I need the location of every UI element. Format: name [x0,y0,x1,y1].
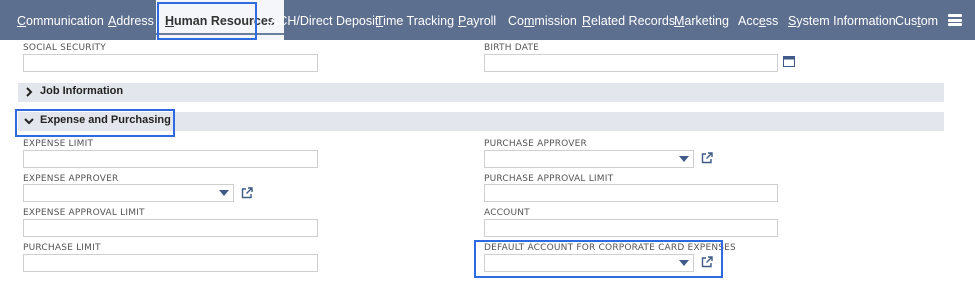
purchase-limit-label: PURCHASE LIMIT [23,243,101,253]
social-security-input[interactable] [23,54,318,72]
purchase-approval-limit-input[interactable] [484,184,778,202]
dropdown-arrow-icon [219,190,229,196]
tab-communication[interactable]: Communication [17,13,104,30]
purchase-approver-select[interactable] [484,150,694,168]
chevron-down-icon [24,118,34,125]
tab-marketing[interactable]: Marketing [674,13,729,30]
expense-approver-label: EXPENSE APPROVER [23,174,119,184]
dropdown-arrow-icon [679,156,689,162]
dropdown-arrow-icon [679,260,689,266]
tab-human-resources[interactable]: Human Resources [156,0,284,40]
tab-access[interactable]: Access [738,13,778,30]
account-input[interactable] [484,219,778,237]
expense-approval-limit-label: EXPENSE APPROVAL LIMIT [23,208,145,218]
tab-address[interactable]: Address [108,13,154,30]
purchase-approval-limit-label: PURCHASE APPROVAL LIMIT [484,174,614,184]
chevron-right-icon [26,87,33,97]
birth-date-input[interactable] [484,54,778,72]
purchase-limit-input[interactable] [23,254,318,272]
default-account-corporate-card-label: DEFAULT ACCOUNT FOR CORPORATE CARD EXPEN… [484,243,736,253]
tab-time-tracking[interactable]: Time Tracking [376,13,454,30]
section-title: Expense and Purchasing [40,114,171,126]
purchase-approver-label: PURCHASE APPROVER [484,139,587,149]
open-link-icon[interactable] [701,152,713,164]
expense-approval-limit-input[interactable] [23,219,318,237]
tab-system-information[interactable]: System Information [788,13,896,30]
account-label: ACCOUNT [484,208,530,218]
expense-approver-select[interactable] [23,184,234,202]
birth-date-label: BIRTH DATE [484,43,539,53]
default-account-corporate-card-select[interactable] [484,254,694,272]
open-link-icon[interactable] [701,256,713,268]
calendar-icon[interactable] [783,56,795,67]
tab-payroll[interactable]: Payroll [458,13,496,30]
tab-ach-direct-deposit[interactable]: ACH/Direct Deposit [270,13,378,30]
expense-limit-label: EXPENSE LIMIT [23,139,94,149]
section-expense-and-purchasing[interactable]: Expense and Purchasing [18,112,944,131]
section-job-information[interactable]: Job Information [18,83,944,102]
hamburger-menu-icon[interactable] [948,14,962,26]
subtab-bar: Communication Address Human Resources AC… [0,0,975,40]
tab-custom[interactable]: Custom [895,13,938,30]
section-title: Job Information [40,85,124,97]
open-link-icon[interactable] [241,187,253,199]
tab-commission[interactable]: Commission [508,13,577,30]
tab-related-records[interactable]: Related Records [582,13,675,30]
social-security-label: SOCIAL SECURITY [23,43,106,53]
expense-limit-input[interactable] [23,150,318,168]
